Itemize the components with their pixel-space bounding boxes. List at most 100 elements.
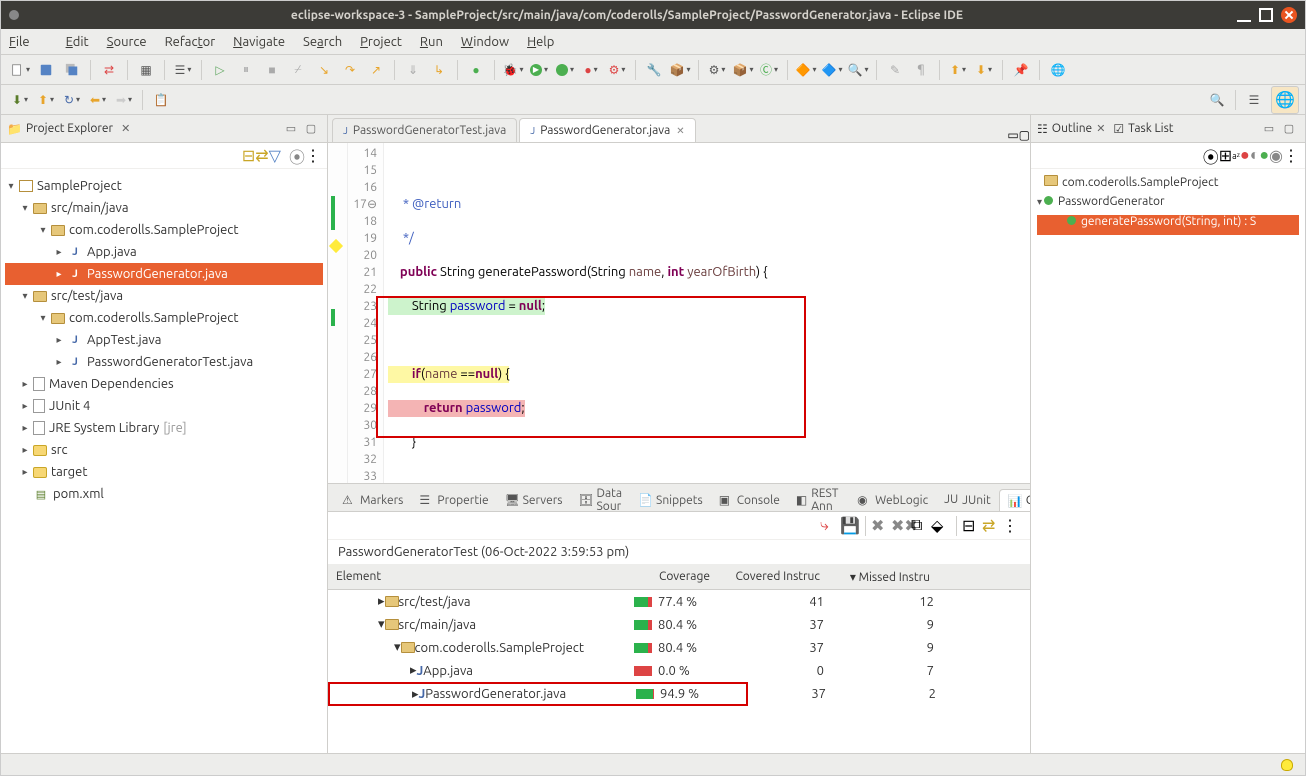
new-package-button[interactable]: 📦 [732, 59, 754, 81]
tab-markers[interactable]: ⚠Markers [334, 489, 411, 511]
new-button[interactable] [9, 59, 31, 81]
step-over-button[interactable]: ↷ [339, 59, 361, 81]
outline-class[interactable]: ▾PasswordGenerator [1037, 195, 1299, 215]
tasklist-title[interactable]: Task List [1128, 122, 1173, 135]
coverage-button[interactable] [554, 59, 576, 81]
quick-access-button[interactable]: 🔍 [1206, 89, 1228, 111]
outline-package[interactable]: ▾com.coderolls.SampleProject [1037, 175, 1299, 195]
maximize-button[interactable] [1259, 8, 1273, 22]
debug-button[interactable]: 🐞 [502, 59, 524, 81]
commit-button[interactable]: ⬇ [9, 89, 31, 111]
hide-static-button[interactable]: ◐ [1250, 146, 1260, 165]
close-tab-icon[interactable]: ✕ [676, 125, 684, 137]
view-menu-button[interactable]: ⋮ [1283, 146, 1299, 165]
col-element[interactable]: Element [328, 570, 628, 583]
tree-toggle[interactable]: ▸ [378, 594, 385, 609]
editor-body[interactable]: 141516 17⊖1819 202122 232425 262728 2930… [328, 143, 1030, 483]
view-menu-button[interactable]: ⋮ [305, 146, 321, 165]
minimize-editor-button[interactable]: ▭ [1007, 128, 1018, 142]
team-button[interactable]: 📋 [150, 89, 172, 111]
tab-pwgentest[interactable]: JPasswordGeneratorTest.java [332, 118, 517, 142]
remove-session-button[interactable]: ✖ [871, 516, 891, 535]
tree-src-test[interactable]: ▾src/test/java [5, 285, 323, 307]
pin-button[interactable]: 📌 [1010, 59, 1032, 81]
new-server-button[interactable]: ⚙ [706, 59, 728, 81]
warning-marker-icon[interactable] [329, 239, 343, 253]
tab-junit[interactable]: JUJUnit [936, 489, 999, 511]
minimize-button[interactable] [1237, 8, 1251, 22]
resume-button[interactable]: ▷ [209, 59, 231, 81]
toolbar-dropdown-1[interactable]: ☰ [172, 59, 194, 81]
perspective-icon-button[interactable]: ▦ [135, 59, 157, 81]
coverage-row[interactable]: ▾com.coderolls.SampleProject80.4 %379 [328, 636, 1030, 659]
col-covered[interactable]: Covered Instruc [718, 570, 828, 583]
tab-rest[interactable]: ◧REST Ann [788, 489, 849, 511]
build-icon[interactable]: 🔧 [643, 59, 665, 81]
link-editor-button[interactable]: ⇄ [255, 146, 268, 165]
minimize-view-button[interactable]: ▭ [282, 120, 300, 138]
hide-nonpublic-button[interactable]: ● [1259, 146, 1269, 165]
tree-pwgen-java[interactable]: ▸JPasswordGenerator.java [5, 263, 323, 285]
tab-console[interactable]: ▣Console [711, 489, 788, 511]
az-button[interactable]: aᶻ [1232, 151, 1240, 161]
tab-pwgen[interactable]: JPasswordGenerator.java✕ [519, 118, 695, 142]
forward-button[interactable]: ➡ [113, 89, 135, 111]
step-filter-button[interactable]: ↳ [428, 59, 450, 81]
step-return-button[interactable]: ↗ [365, 59, 387, 81]
maximize-view-button[interactable]: ▢ [1280, 120, 1298, 138]
menu-help[interactable]: Help [527, 35, 554, 49]
view-menu-button[interactable]: ⋮ [1002, 516, 1022, 535]
tab-properties[interactable]: ☰Propertie [411, 489, 496, 511]
disconnect-button[interactable]: ⌿ [287, 59, 309, 81]
col-missed[interactable]: ▾ Missed Instru [828, 570, 938, 584]
build-dropdown[interactable]: 📦 [669, 59, 691, 81]
focus-button[interactable]: ⦿ [1203, 144, 1219, 168]
close-button[interactable] [1281, 7, 1297, 23]
filter-button[interactable]: ▽ [269, 146, 281, 165]
menu-source[interactable]: Source [107, 35, 147, 49]
menu-file[interactable]: File [9, 35, 48, 49]
tree-app-java[interactable]: ▸JApp.java [5, 241, 323, 263]
annotation-button[interactable]: ¶ [910, 59, 932, 81]
outline-method[interactable]: generatePassword(String, int) : S [1037, 215, 1299, 235]
tab-weblogic[interactable]: ◉WebLogic [849, 489, 936, 511]
new-class-button[interactable]: Ⓒ [758, 59, 780, 81]
coverage-row[interactable]: ▸JPasswordGenerator.java94.9 %372 [330, 683, 946, 706]
java-ee-perspective-button[interactable]: 🌐 [1271, 86, 1299, 114]
menu-navigate[interactable]: Navigate [233, 35, 285, 49]
minimize-view-button[interactable]: ▭ [1260, 120, 1278, 138]
step-into-button[interactable]: ↘ [313, 59, 335, 81]
back-button[interactable]: ⬅ [87, 89, 109, 111]
coverage-row[interactable]: ▸src/test/java77.4 %4112 [328, 590, 1030, 613]
close-view-icon[interactable]: ✕ [1096, 122, 1105, 135]
external-tools-button[interactable]: ⚙ [606, 59, 628, 81]
col-coverage[interactable]: Coverage [628, 570, 718, 583]
search-button[interactable]: 🔍 [847, 59, 869, 81]
open-task-button[interactable]: 🔷 [821, 59, 843, 81]
tab-servers[interactable]: 🖥Servers [497, 489, 571, 511]
menu-run[interactable]: Run [420, 35, 443, 49]
collapse-all-button[interactable]: ⊟ [962, 516, 982, 535]
coverage-row[interactable]: ▾src/main/java80.4 %379 [328, 613, 1030, 636]
merge-sessions-button[interactable]: ⧉ [911, 516, 931, 535]
toggle-mark-button[interactable]: ✎ [884, 59, 906, 81]
save-all-button[interactable] [61, 59, 83, 81]
menu-refactor[interactable]: Refactor [165, 35, 216, 49]
close-view-icon[interactable]: ✕ [121, 122, 130, 135]
tree-toggle[interactable]: ▾ [378, 617, 385, 632]
push-button[interactable]: ⬆ [35, 89, 57, 111]
tip-icon[interactable] [1281, 759, 1293, 771]
tree-pwgentest-java[interactable]: ▸JPasswordGeneratorTest.java [5, 351, 323, 373]
open-perspective-button[interactable]: ☰ [1243, 89, 1265, 111]
tree-package-test[interactable]: ▾com.coderolls.SampleProject [5, 307, 323, 329]
menu-project[interactable]: Project [360, 35, 402, 49]
save-button[interactable] [35, 59, 57, 81]
tree-src-folder[interactable]: ▸src [5, 439, 323, 461]
collapse-all-button[interactable]: ⊟ [242, 146, 255, 165]
menu-window[interactable]: Window [461, 35, 509, 49]
terminate-button[interactable]: ■ [261, 59, 283, 81]
remove-all-button[interactable]: ✖✖ [891, 516, 911, 535]
run-last-button[interactable]: ● [580, 59, 602, 81]
tab-snippets[interactable]: 📄Snippets [630, 489, 711, 511]
suspend-button[interactable]: ⏸ [235, 59, 257, 81]
